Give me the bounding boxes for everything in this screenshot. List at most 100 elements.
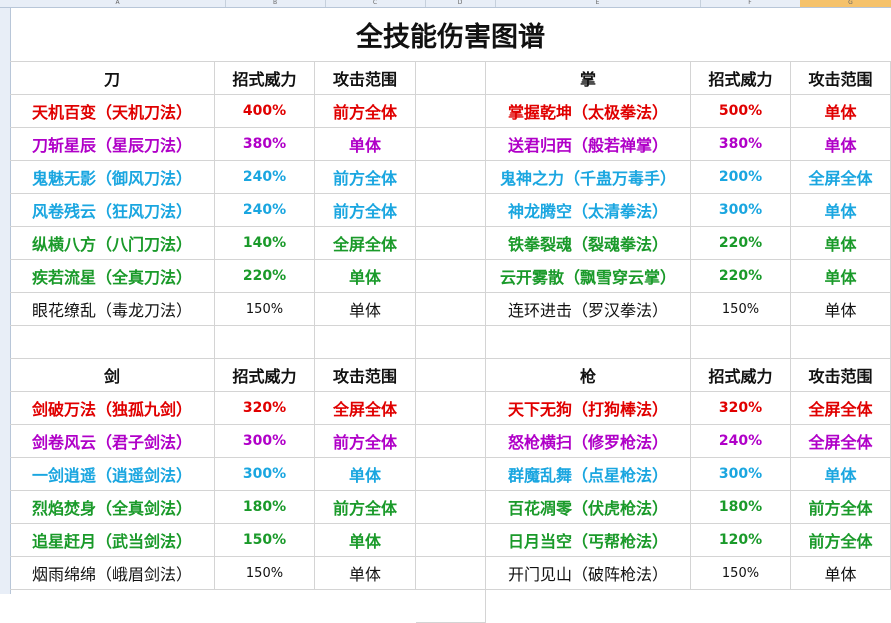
skill-range-cell[interactable]: 单体 (791, 557, 891, 590)
skill-range-cell[interactable]: 单体 (315, 458, 416, 491)
skill-range-cell[interactable]: 前方全体 (791, 524, 891, 557)
skill-name-cell[interactable]: 刀斩星辰（星辰刀法） (10, 128, 215, 161)
skill-range-cell[interactable]: 全屏全体 (791, 392, 891, 425)
skill-name-cell[interactable]: 天机百变（天机刀法） (10, 95, 215, 128)
skill-range-cell[interactable]: 全屏全体 (315, 227, 416, 260)
skill-power-cell[interactable]: 400% (215, 95, 315, 128)
column-header-d[interactable]: D (425, 0, 496, 7)
skill-range-cell[interactable]: 单体 (315, 557, 416, 590)
empty-cell[interactable] (416, 458, 486, 491)
skill-power-cell[interactable]: 300% (215, 458, 315, 491)
skill-power-cell[interactable]: 300% (691, 458, 791, 491)
skill-range-cell[interactable]: 前方全体 (315, 491, 416, 524)
empty-cell[interactable] (416, 392, 486, 425)
empty-cell[interactable] (486, 326, 691, 359)
column-header-c[interactable]: C (325, 0, 426, 7)
skill-name-cell[interactable]: 神龙腾空（太清拳法） (486, 194, 691, 227)
empty-cell[interactable] (416, 359, 486, 392)
empty-cell[interactable] (691, 326, 791, 359)
skill-range-cell[interactable]: 全屏全体 (791, 425, 891, 458)
skill-name-cell[interactable]: 剑破万法（独孤九剑） (10, 392, 215, 425)
empty-cell[interactable] (416, 425, 486, 458)
section-header-cell[interactable]: 剑 (10, 359, 215, 392)
skill-range-cell[interactable]: 单体 (791, 128, 891, 161)
skill-power-cell[interactable]: 300% (691, 194, 791, 227)
empty-cell[interactable] (416, 95, 486, 128)
sheet-title[interactable]: 全技能伤害图谱 (10, 8, 891, 62)
skill-power-cell[interactable]: 240% (215, 194, 315, 227)
empty-cell[interactable] (10, 326, 215, 359)
skill-range-cell[interactable]: 单体 (315, 260, 416, 293)
skill-range-cell[interactable]: 单体 (315, 293, 416, 326)
skill-range-cell[interactable]: 单体 (791, 260, 891, 293)
skill-range-cell[interactable]: 前方全体 (315, 161, 416, 194)
section-header-cell[interactable]: 攻击范围 (791, 62, 891, 95)
empty-cell[interactable] (416, 491, 486, 524)
skill-range-cell[interactable]: 前方全体 (791, 491, 891, 524)
skill-range-cell[interactable]: 前方全体 (315, 95, 416, 128)
section-header-cell[interactable]: 攻击范围 (315, 359, 416, 392)
empty-cell[interactable] (416, 326, 486, 359)
skill-name-cell[interactable]: 铁拳裂魂（裂魂拳法） (486, 227, 691, 260)
column-header-f[interactable]: F (700, 0, 801, 7)
empty-cell[interactable] (315, 326, 416, 359)
skill-power-cell[interactable]: 220% (691, 260, 791, 293)
skill-range-cell[interactable]: 单体 (315, 524, 416, 557)
empty-cell[interactable] (416, 62, 486, 95)
empty-cell[interactable] (416, 590, 486, 623)
section-header-cell[interactable]: 枪 (486, 359, 691, 392)
skill-range-cell[interactable]: 单体 (791, 95, 891, 128)
column-header-e[interactable]: E (495, 0, 701, 7)
section-header-cell[interactable]: 招式威力 (215, 62, 315, 95)
skill-name-cell[interactable]: 一剑逍遥（逍遥剑法） (10, 458, 215, 491)
skill-range-cell[interactable]: 前方全体 (315, 194, 416, 227)
section-header-cell[interactable]: 掌 (486, 62, 691, 95)
skill-power-cell[interactable]: 320% (215, 392, 315, 425)
skill-name-cell[interactable]: 追星赶月（武当剑法） (10, 524, 215, 557)
empty-cell[interactable] (416, 557, 486, 590)
column-header-a[interactable]: A (10, 0, 226, 7)
column-header-g[interactable]: G (800, 0, 891, 7)
section-header-cell[interactable]: 招式威力 (215, 359, 315, 392)
skill-name-cell[interactable]: 烈焰焚身（全真剑法） (10, 491, 215, 524)
section-header-cell[interactable]: 攻击范围 (791, 359, 891, 392)
skill-power-cell[interactable]: 220% (691, 227, 791, 260)
skill-power-cell[interactable]: 240% (215, 161, 315, 194)
skill-range-cell[interactable]: 全屏全体 (791, 161, 891, 194)
empty-cell[interactable] (416, 293, 486, 326)
skill-name-cell[interactable]: 天下无狗（打狗棒法） (486, 392, 691, 425)
skill-power-cell[interactable]: 150% (215, 293, 315, 326)
skill-name-cell[interactable]: 日月当空（丐帮枪法） (486, 524, 691, 557)
skill-power-cell[interactable]: 120% (691, 524, 791, 557)
skill-name-cell[interactable]: 云开雾散（飘雪穿云掌） (486, 260, 691, 293)
skill-power-cell[interactable]: 240% (691, 425, 791, 458)
section-header-cell[interactable]: 招式威力 (691, 62, 791, 95)
skill-name-cell[interactable]: 鬼神之力（千蛊万毒手） (486, 161, 691, 194)
skill-name-cell[interactable]: 百花凋零（伏虎枪法） (486, 491, 691, 524)
skill-name-cell[interactable]: 剑卷风云（君子剑法） (10, 425, 215, 458)
skill-power-cell[interactable]: 150% (691, 557, 791, 590)
skill-name-cell[interactable]: 开门见山（破阵枪法） (486, 557, 691, 590)
skill-power-cell[interactable]: 150% (691, 293, 791, 326)
skill-name-cell[interactable]: 送君归西（般若禅掌） (486, 128, 691, 161)
empty-cell[interactable] (416, 194, 486, 227)
skill-name-cell[interactable]: 纵横八方（八门刀法） (10, 227, 215, 260)
skill-power-cell[interactable]: 380% (215, 128, 315, 161)
skill-range-cell[interactable]: 单体 (315, 128, 416, 161)
skill-power-cell[interactable]: 180% (215, 491, 315, 524)
skill-power-cell[interactable]: 180% (691, 491, 791, 524)
skill-power-cell[interactable]: 140% (215, 227, 315, 260)
section-header-cell[interactable]: 攻击范围 (315, 62, 416, 95)
empty-cell[interactable] (416, 128, 486, 161)
skill-power-cell[interactable]: 200% (691, 161, 791, 194)
skill-power-cell[interactable]: 380% (691, 128, 791, 161)
skill-power-cell[interactable]: 320% (691, 392, 791, 425)
skill-power-cell[interactable]: 500% (691, 95, 791, 128)
skill-range-cell[interactable]: 单体 (791, 227, 891, 260)
skill-power-cell[interactable]: 150% (215, 557, 315, 590)
skill-power-cell[interactable]: 220% (215, 260, 315, 293)
skill-name-cell[interactable]: 掌握乾坤（太极拳法） (486, 95, 691, 128)
skill-name-cell[interactable]: 眼花缭乱（毒龙刀法） (10, 293, 215, 326)
empty-cell[interactable] (416, 227, 486, 260)
section-header-cell[interactable]: 招式威力 (691, 359, 791, 392)
